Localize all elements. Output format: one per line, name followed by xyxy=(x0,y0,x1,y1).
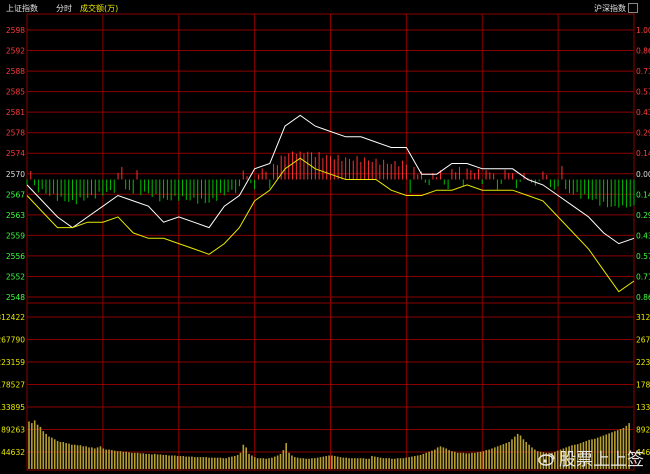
pct-tick-label: 0.86% xyxy=(636,293,650,302)
volume-tick-label: 44632 xyxy=(1,448,25,457)
volume-tick-label-right: 267790 xyxy=(636,336,650,345)
volume-tick-label: 133895 xyxy=(0,403,25,412)
expand-icon[interactable] xyxy=(628,3,638,13)
volume-tick-label: 267790 xyxy=(0,336,25,345)
price-tick-label: 2548 xyxy=(6,293,25,302)
pct-tick-label: 0.14% xyxy=(636,190,650,199)
right-index-name[interactable]: 沪深指数 xyxy=(594,4,626,14)
volume-tick-label: 178527 xyxy=(0,381,25,390)
weibo-icon xyxy=(538,453,555,466)
price-tick-label: 2563 xyxy=(6,211,25,220)
pct-tick-label: 0.71% xyxy=(636,67,650,76)
pct-tick-label: 0.71% xyxy=(636,272,650,281)
volume-tick-label: 89263 xyxy=(1,426,25,435)
pct-tick-label: 0.29% xyxy=(636,211,650,220)
pct-tick-label: 0.00% xyxy=(636,170,650,179)
price-tick-label: 2570 xyxy=(6,170,25,179)
volume-tick-label-right: 223159 xyxy=(636,358,650,367)
volume-tick-label-right: 178527 xyxy=(636,381,650,390)
pct-tick-label: 1.00% xyxy=(636,26,650,35)
watermark-text: 股票上上签 xyxy=(559,450,644,470)
volume-tick-label-right: 312422 xyxy=(636,313,650,322)
price-tick-label: 2588 xyxy=(6,67,25,76)
pct-tick-label: 0.43% xyxy=(636,108,650,117)
price-tick-label: 2574 xyxy=(6,149,25,158)
index-name-label: 上证指数 xyxy=(6,4,38,13)
volume-label: 成交额(万) xyxy=(80,4,119,13)
watermark: 股票上上签 xyxy=(538,445,644,470)
price-tick-label: 2592 xyxy=(6,47,25,56)
price-tick-label: 2556 xyxy=(6,252,25,261)
intraday-chart: 2598 1.00% 2592 0.86% 2588 0.71% 2585 0.57% 2581… xyxy=(0,13,650,471)
pct-tick-label: 0.86% xyxy=(636,47,650,56)
view-mode-tab[interactable]: 分时 xyxy=(56,4,72,14)
price-tick-label: 2585 xyxy=(6,88,25,97)
pct-tick-label: 0.43% xyxy=(636,231,650,240)
price-tick-label: 2581 xyxy=(6,108,25,117)
volume-tick-label: 312422 xyxy=(0,313,25,322)
volume-tick-label: 223159 xyxy=(0,358,25,367)
volume-tick-label-right: 89263 xyxy=(636,426,650,435)
price-tick-label: 2598 xyxy=(6,26,25,35)
volume-tick-label-right: 133895 xyxy=(636,403,650,412)
price-tick-label: 2578 xyxy=(6,129,25,138)
price-tick-label: 2567 xyxy=(6,190,25,199)
chart-stage: 2598 1.00% 2592 0.86% 2588 0.71% 2585 0.57% 2581… xyxy=(0,0,650,474)
pct-tick-label: 0.57% xyxy=(636,252,650,261)
pct-tick-label: 0.57% xyxy=(636,88,650,97)
price-tick-label: 2559 xyxy=(6,231,25,240)
price-tick-label: 2552 xyxy=(6,272,25,281)
pct-tick-label: 0.29% xyxy=(636,129,650,138)
pct-tick-label: 0.14% xyxy=(636,149,650,158)
